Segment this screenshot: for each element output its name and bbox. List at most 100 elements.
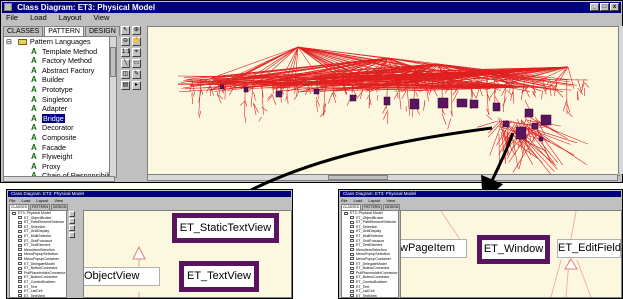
tree-item-label: Proxy bbox=[42, 161, 61, 171]
tree-item-label: ET_Text bbox=[24, 284, 38, 289]
tree-item-label: ET_DelegateModel bbox=[356, 261, 387, 266]
tool-button[interactable] bbox=[69, 218, 75, 224]
layout-tool[interactable]: ⌖ bbox=[132, 48, 141, 57]
zoomed-view-right: Class Diagram: ET3: Physical Model File … bbox=[338, 189, 623, 299]
arrow-tool[interactable]: ↖ bbox=[121, 26, 130, 35]
zoom-out-tool[interactable]: ⊖ bbox=[121, 37, 130, 46]
title-bar: Class Diagram: ET3: Physical Model _ □ x bbox=[2, 2, 621, 13]
class-icon bbox=[18, 275, 22, 279]
class-node-et-window[interactable]: ET_Window bbox=[477, 235, 550, 264]
tree-root-label: ET3: Physical Model bbox=[18, 211, 51, 215]
tree-item[interactable]: A Factory Method bbox=[4, 56, 116, 66]
tool-button[interactable] bbox=[69, 225, 75, 231]
class-node-objectview[interactable]: ObjectView bbox=[84, 267, 160, 286]
tab-pattern[interactable]: PATTERN bbox=[44, 26, 84, 36]
menu-layout[interactable]: Layout bbox=[368, 198, 380, 203]
tree-item-label: ET_GridFocussor bbox=[356, 238, 385, 243]
pattern-icon: A bbox=[31, 113, 37, 123]
minimize-button[interactable]: _ bbox=[590, 3, 599, 11]
tree-item[interactable]: A Bridge bbox=[4, 113, 116, 124]
fit-tool[interactable]: 1:1 bbox=[121, 48, 130, 57]
menu-layout[interactable]: Layout bbox=[59, 13, 82, 23]
menu-load[interactable]: Load bbox=[30, 13, 47, 23]
graph-node bbox=[540, 114, 552, 126]
tool-11[interactable]: ▤ bbox=[121, 81, 130, 90]
menu-file[interactable]: File bbox=[9, 198, 15, 203]
class-node-et-statictextview[interactable]: ET_StaticTextView bbox=[172, 213, 279, 243]
menu-view[interactable]: View bbox=[386, 198, 395, 203]
maximize-button[interactable]: □ bbox=[600, 3, 609, 11]
zoom-right-canvas[interactable]: wPageItem ET_Window ET_EditField bbox=[400, 210, 622, 298]
canvas-vertical-scrollbar[interactable] bbox=[618, 26, 623, 174]
tree-horizontal-scrollbar[interactable] bbox=[3, 176, 115, 182]
tool-button[interactable] bbox=[69, 232, 75, 238]
graph-edge bbox=[532, 92, 537, 98]
graph-edge bbox=[357, 90, 364, 98]
collapse-icon[interactable]: ⊟ bbox=[6, 39, 12, 46]
menu-load[interactable]: Load bbox=[21, 198, 30, 203]
tree-item-label: ET_ObjectBroker bbox=[24, 215, 52, 220]
class-icon bbox=[18, 220, 22, 224]
tree-item-label: Template Method bbox=[42, 46, 98, 56]
tree-item[interactable]: A Prototype bbox=[4, 85, 116, 95]
tool-10[interactable]: ✎ bbox=[132, 70, 141, 79]
tree-item[interactable]: A Template Method bbox=[4, 47, 116, 57]
class-icon bbox=[350, 271, 354, 275]
tool-button[interactable] bbox=[69, 211, 75, 217]
zoom-left-canvas[interactable]: ET_StaticTextView ET_TextView ObjectView bbox=[83, 210, 292, 298]
graph-edge bbox=[261, 106, 268, 112]
tree-item-label: ET_ButtonConnector bbox=[356, 266, 390, 271]
zoom-right-class-tree[interactable]: ET3: Physical Model ET_ObjectBroker ET_Pa… bbox=[341, 210, 399, 298]
tree-item-label: ET_PathElementSelector bbox=[356, 220, 397, 225]
select-tool[interactable]: ▭ bbox=[132, 59, 141, 68]
graph-edge bbox=[206, 85, 211, 93]
tree-item[interactable]: A Flyweight bbox=[4, 152, 116, 162]
tab-strip: CLASSES PATTERN DESIGN bbox=[3, 26, 121, 36]
class-graph-overview bbox=[177, 46, 590, 175]
tree-item-label: MenuItemSelection bbox=[24, 247, 55, 252]
menu-view[interactable]: View bbox=[54, 198, 63, 203]
canvas-scroll-thumb[interactable] bbox=[328, 175, 388, 180]
tree-item[interactable]: A Singleton bbox=[4, 95, 116, 105]
zoom-left-class-tree[interactable]: ET3: Physical Model ET_ObjectBroker ET_Pa… bbox=[9, 210, 67, 298]
class-node-et-editfield[interactable]: ET_EditField bbox=[557, 239, 621, 258]
menu-file[interactable]: File bbox=[6, 13, 18, 23]
diagram-canvas[interactable] bbox=[147, 26, 620, 176]
tree-vertical-scrollbar[interactable] bbox=[109, 37, 116, 177]
canvas-horizontal-scrollbar[interactable] bbox=[147, 174, 618, 181]
folder-icon bbox=[12, 211, 16, 215]
tree-item-label: ET_ListCell bbox=[24, 289, 43, 294]
class-icon bbox=[350, 239, 354, 243]
tree-item[interactable]: A Decorator bbox=[4, 123, 116, 133]
menu-view[interactable]: View bbox=[93, 13, 109, 23]
tool-12[interactable]: ▸ bbox=[132, 81, 141, 90]
tab-design[interactable]: DESIGN bbox=[84, 26, 120, 36]
tree-item-label: ET_ButtonConnector bbox=[24, 266, 58, 271]
line-tool[interactable]: ╲ bbox=[121, 59, 130, 68]
zoom-in-tool[interactable]: ⊕ bbox=[132, 26, 141, 35]
tab-classes[interactable]: CLASSES bbox=[3, 26, 44, 36]
tree-item[interactable]: A Facade bbox=[4, 143, 116, 153]
pattern-icon: A bbox=[31, 152, 37, 162]
tree-item[interactable]: A Abstract Factory bbox=[4, 66, 116, 76]
tree-item[interactable]: A Composite bbox=[4, 133, 116, 143]
class-node-et-textview[interactable]: ET_TextView bbox=[179, 261, 259, 292]
tree-item[interactable]: A Adapter bbox=[4, 104, 116, 114]
graph-edge bbox=[198, 110, 202, 119]
tool-9[interactable]: ◫ bbox=[121, 70, 130, 79]
class-node-wpageitem[interactable]: wPageItem bbox=[401, 239, 467, 258]
graph-edge bbox=[293, 94, 298, 100]
close-button[interactable]: x bbox=[610, 3, 619, 11]
menu-file[interactable]: File bbox=[341, 198, 347, 203]
pattern-tree[interactable]: ⊟ Pattern Languages A Template Method A Fact… bbox=[3, 36, 117, 178]
menu-load[interactable]: Load bbox=[353, 198, 362, 203]
menu-layout[interactable]: Layout bbox=[36, 198, 48, 203]
hand-tool[interactable]: ✋ bbox=[132, 37, 141, 46]
graph-edge bbox=[287, 96, 289, 105]
tree-item-label: ET_TextElement bbox=[24, 243, 51, 248]
graph-edge bbox=[286, 78, 288, 95]
tree-item[interactable]: A Proxy bbox=[4, 162, 116, 172]
tree-item[interactable]: A Builder bbox=[4, 75, 116, 85]
tree-root[interactable]: ⊟ Pattern Languages bbox=[4, 37, 116, 47]
scroll-thumb[interactable] bbox=[110, 47, 116, 77]
